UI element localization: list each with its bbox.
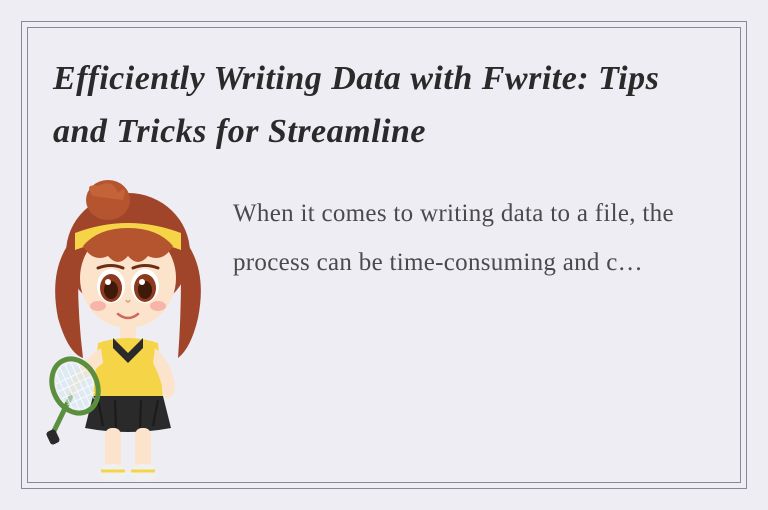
tennis-girl-icon	[43, 178, 213, 488]
article-title: Efficiently Writing Data with Fwrite: Ti…	[53, 53, 715, 158]
article-excerpt: When it comes to writing data to a file,…	[233, 188, 715, 288]
card-frame: Efficiently Writing Data with Fwrite: Ti…	[27, 27, 741, 483]
avatar-illustration	[43, 178, 213, 488]
content-row: When it comes to writing data to a file,…	[53, 188, 715, 488]
